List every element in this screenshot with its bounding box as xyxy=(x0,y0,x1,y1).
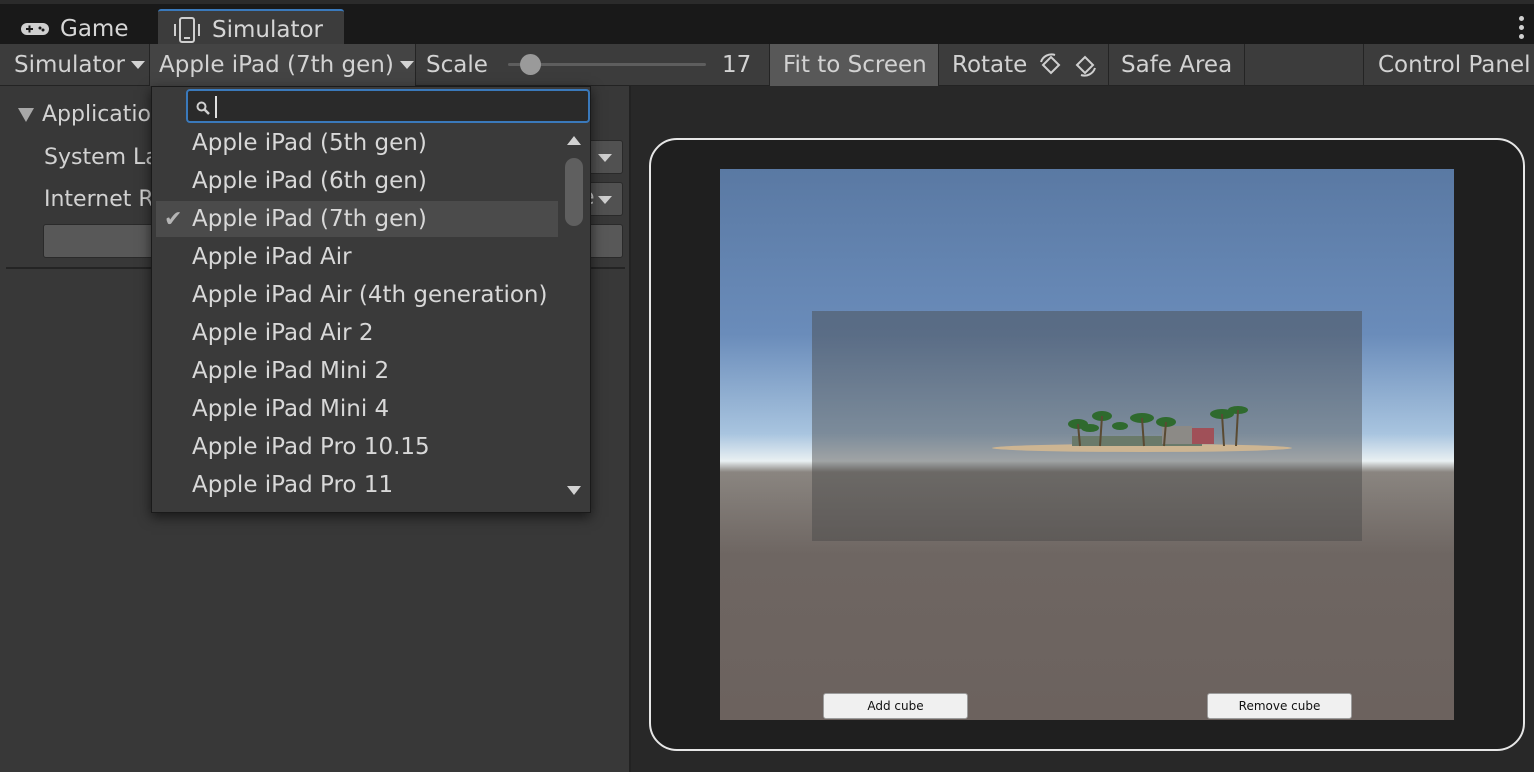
fit-to-screen-label: Fit to Screen xyxy=(783,52,927,78)
device-option-label: Apple iPad Mini 2 xyxy=(192,358,390,384)
device-option-label: Apple iPad Mini 4 xyxy=(192,396,390,422)
control-panel-label: Control Panel xyxy=(1378,52,1531,78)
fit-to-screen-button[interactable]: Fit to Screen xyxy=(770,44,939,86)
device-select[interactable]: Apple iPad (7th gen) xyxy=(150,44,416,86)
device-option-label: Apple iPad Air xyxy=(192,244,352,270)
safe-area-button[interactable]: Safe Area xyxy=(1109,44,1245,86)
dropdown-scrollbar[interactable] xyxy=(561,124,589,504)
tab-game-label: Game xyxy=(60,15,129,42)
chevron-down-icon xyxy=(399,61,414,69)
tab-bar: Game Simulator xyxy=(0,0,1534,48)
rotate-right-icon[interactable] xyxy=(1071,51,1099,79)
search-icon xyxy=(196,101,210,115)
scale-label: Scale xyxy=(426,52,488,78)
tab-game[interactable]: Game xyxy=(14,9,154,48)
gamepad-icon xyxy=(21,22,49,35)
toolbar: Simulator Apple iPad (7th gen) Scale 17 … xyxy=(0,44,1534,86)
tab-simulator[interactable]: Simulator xyxy=(158,9,344,48)
island-scene xyxy=(992,406,1292,452)
scroll-down-icon[interactable] xyxy=(567,486,581,495)
device-option[interactable]: ✔ Apple iPad (7th gen) xyxy=(156,201,558,237)
phone-device-icon xyxy=(174,16,200,43)
device-dropdown-menu: Apple iPad (5th gen) Apple iPad (6th gen)… xyxy=(151,86,591,513)
tab-simulator-label: Simulator xyxy=(212,16,324,43)
device-option-label: Apple iPad Air (4th generation) xyxy=(192,282,548,308)
rotate-label: Rotate xyxy=(952,52,1028,78)
control-panel-button[interactable]: Control Panel xyxy=(1363,44,1534,86)
device-option-label: Apple iPad (6th gen) xyxy=(192,168,427,194)
scroll-up-icon[interactable] xyxy=(567,136,581,145)
device-option[interactable]: Apple iPad Mini 4 xyxy=(156,391,558,427)
device-option[interactable]: Apple iPad Air (4th generation) xyxy=(156,277,558,313)
device-search-field[interactable] xyxy=(186,89,590,123)
add-cube-button[interactable]: Add cube xyxy=(823,693,968,719)
device-option-label: Apple iPad Pro 11 xyxy=(192,472,394,498)
device-option[interactable]: Apple iPad (6th gen) xyxy=(156,163,558,199)
chevron-down-icon xyxy=(131,61,146,69)
device-option[interactable]: Apple iPad Air 2 xyxy=(156,315,558,351)
device-option[interactable]: Apple iPad Pro 10.15 xyxy=(156,429,558,465)
device-option-label: Apple iPad Air 2 xyxy=(192,320,374,346)
chevron-down-icon xyxy=(598,154,612,162)
device-option-label: Apple iPad (5th gen) xyxy=(192,130,427,156)
text-cursor xyxy=(215,96,217,118)
simulator-menu-label: Simulator xyxy=(14,52,126,78)
simulator-menu[interactable]: Simulator xyxy=(0,44,150,86)
rotate-control: Rotate xyxy=(939,44,1109,86)
device-option-label: Apple iPad (7th gen) xyxy=(192,206,427,232)
device-option[interactable]: Apple iPad Pro 11 xyxy=(156,467,558,503)
more-options-icon[interactable] xyxy=(1518,16,1526,42)
device-option-label: Apple iPad Pro 10.15 xyxy=(192,434,430,460)
system-language-label: System La xyxy=(44,145,159,170)
checkmark-icon: ✔ xyxy=(164,207,183,232)
safe-area-overlay xyxy=(812,311,1362,541)
simulator-window: Game Simulator Simulator Apple iPad (7th… xyxy=(0,0,1534,772)
device-option[interactable]: Apple iPad (5th gen) xyxy=(156,125,558,161)
device-option[interactable]: Apple iPad Air xyxy=(156,239,558,275)
remove-cube-button[interactable]: Remove cube xyxy=(1207,693,1352,719)
application-section-title: Applicatio xyxy=(42,102,151,127)
chevron-down-icon xyxy=(598,196,612,204)
device-option-list: Apple iPad (5th gen) Apple iPad (6th gen)… xyxy=(156,124,560,504)
foldout-triangle-icon[interactable] xyxy=(18,108,34,122)
device-select-label: Apple iPad (7th gen) xyxy=(159,52,394,78)
scale-value: 17 xyxy=(722,52,752,78)
game-screen[interactable]: Add cube Remove cube xyxy=(720,169,1454,720)
rotate-left-icon[interactable] xyxy=(1037,51,1065,79)
internet-reachability-label: Internet R xyxy=(44,187,154,212)
safe-area-label: Safe Area xyxy=(1121,52,1233,78)
device-option[interactable]: Apple iPad Mini 2 xyxy=(156,353,558,389)
scale-slider-thumb[interactable] xyxy=(520,54,541,75)
scrollbar-thumb[interactable] xyxy=(565,158,583,226)
